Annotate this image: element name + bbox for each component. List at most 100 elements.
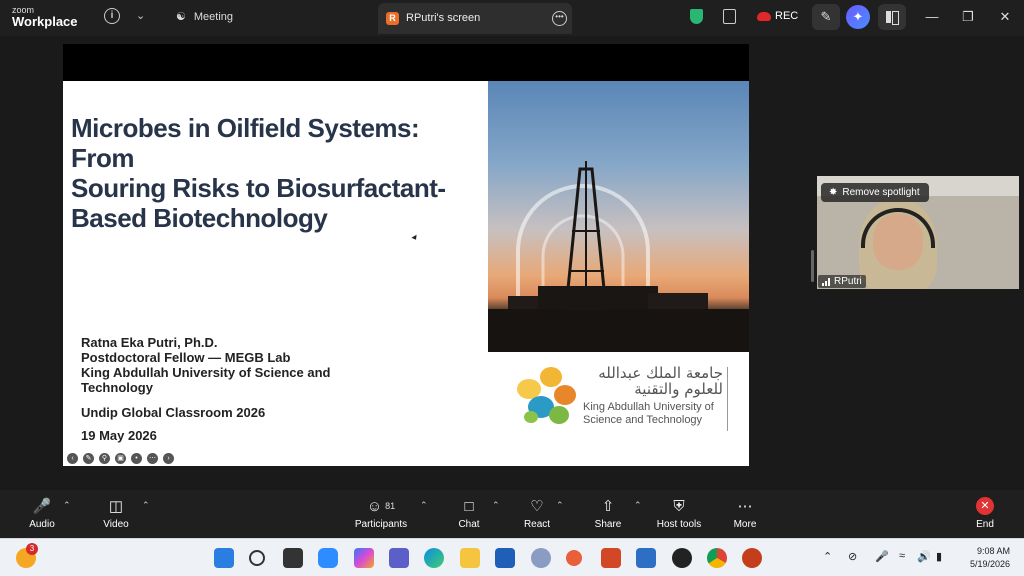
cloud-recording-indicator[interactable]: REC xyxy=(757,10,798,22)
search-icon[interactable] xyxy=(249,550,265,566)
participants-count: 81 xyxy=(385,501,396,511)
meeting-toolbar: 🎤 Audio ⌃ ◫ Video ⌃ ☺ 81 Participants ⌃ □… xyxy=(0,490,1024,538)
event-name: Undip Global Classroom 2026 xyxy=(81,405,266,420)
signal-bars-icon xyxy=(822,277,830,286)
tab-shared-screen[interactable]: R RPutri's screen ••• xyxy=(378,3,572,34)
windows-taskbar: 3 ⌃ ⊘ 🎤 ≈ 🔊 ▮ 9:08 AM 5/19/2026 xyxy=(0,538,1024,576)
end-label: End xyxy=(976,519,994,530)
laser-pointer-icon[interactable]: • xyxy=(131,453,142,464)
audio-label: Audio xyxy=(29,519,55,530)
store-icon[interactable] xyxy=(636,548,656,568)
more-options-icon[interactable]: ••• xyxy=(552,11,567,26)
slide-title-line: Microbes in Oilfield Systems: From xyxy=(71,113,420,173)
clock[interactable]: 9:08 AM 5/19/2026 xyxy=(962,545,1010,571)
tab-meeting-label: Meeting xyxy=(193,10,234,23)
end-button[interactable]: ✕ End xyxy=(974,496,996,530)
shield-icon: ⛨ xyxy=(673,497,685,515)
chat-label: Chat xyxy=(458,519,480,530)
share-options-chevron-icon[interactable]: ⌃ xyxy=(634,500,642,511)
show-hidden-icons-chevron-icon[interactable]: ⌃ xyxy=(823,550,832,563)
more-button[interactable]: ⋯ More xyxy=(731,496,759,530)
video-options-chevron-icon[interactable]: ⌃ xyxy=(142,500,150,511)
network-disabled-icon[interactable]: ⊘ xyxy=(848,550,857,563)
wifi-icon[interactable]: ≈ xyxy=(899,550,905,562)
author-block: Ratna Eka Putri, Ph.D. Postdoctoral Fell… xyxy=(81,335,330,395)
more-label: More xyxy=(733,519,757,530)
kaust-english-line: King Abdullah University of xyxy=(583,401,714,413)
panel-resize-handle[interactable] xyxy=(811,250,814,282)
chrome-icon[interactable] xyxy=(707,548,727,568)
mouse-cursor xyxy=(411,234,419,242)
subtitles-icon[interactable]: ▣ xyxy=(115,453,126,464)
battery-icon[interactable]: ▮ xyxy=(936,550,942,563)
ai-companion-icon[interactable]: ✦ xyxy=(846,5,870,29)
cloud-record-icon xyxy=(757,11,771,21)
close-icon[interactable]: ✕ xyxy=(995,9,1015,25)
zoom-icon[interactable]: ⚲ xyxy=(99,453,110,464)
microphone-tray-icon[interactable]: 🎤 xyxy=(875,550,889,563)
pen-app-icon[interactable] xyxy=(495,548,515,568)
react-button[interactable]: ♡ React xyxy=(522,496,552,530)
audio-button[interactable]: 🎤 Audio xyxy=(26,496,58,530)
snipping-tool-icon[interactable] xyxy=(566,550,582,566)
more-slide-options-icon[interactable]: ⋯ xyxy=(147,453,158,464)
powerpoint-icon[interactable] xyxy=(601,548,621,568)
host-tools-label: Host tools xyxy=(656,519,702,530)
audio-options-chevron-icon[interactable]: ⌃ xyxy=(63,500,71,511)
notification-badge: 3 xyxy=(26,543,38,555)
next-slide-icon[interactable]: › xyxy=(163,453,174,464)
file-explorer-icon[interactable] xyxy=(460,548,480,568)
r-app-icon[interactable] xyxy=(531,548,551,568)
remove-spotlight-label: Remove spotlight xyxy=(842,187,920,198)
share-label: Share xyxy=(594,519,622,530)
remove-spotlight-button[interactable]: ✸ Remove spotlight xyxy=(821,183,929,202)
react-options-chevron-icon[interactable]: ⌃ xyxy=(556,500,564,511)
security-shield-icon[interactable] xyxy=(690,9,703,24)
side-panel-icon[interactable] xyxy=(878,4,906,30)
meeting-info-icon[interactable]: i xyxy=(104,8,120,24)
participants-label: Participants xyxy=(354,519,408,530)
shared-screen: Microbes in Oilfield Systems: From Souri… xyxy=(63,44,749,466)
copilot-icon[interactable] xyxy=(354,548,374,568)
slide-title-line: Based Biotechnology xyxy=(71,203,328,233)
presentation-slide: Microbes in Oilfield Systems: From Souri… xyxy=(63,81,749,466)
slide-title-line: Souring Risks to Biosurfactant- xyxy=(71,173,446,203)
notes-icon[interactable] xyxy=(723,9,736,24)
logo-bottom: Workplace xyxy=(12,14,78,29)
kaust-english-line: Science and Technology xyxy=(583,414,703,426)
participants-options-chevron-icon[interactable]: ⌃ xyxy=(420,500,428,511)
participant-name: RPutri xyxy=(834,276,862,287)
chat-button[interactable]: □ Chat xyxy=(456,496,482,531)
task-view-icon[interactable] xyxy=(283,548,303,568)
start-windows-icon[interactable] xyxy=(214,548,234,568)
host-tools-button[interactable]: ⛨ Host tools xyxy=(654,496,704,531)
kaust-english-name: King Abdullah University of Science and … xyxy=(583,401,714,427)
pen-tool-icon[interactable]: ✎ xyxy=(83,453,94,464)
restore-icon[interactable]: ❐ xyxy=(958,9,978,25)
rec-label: REC xyxy=(775,10,799,22)
powerpoint-active-icon[interactable] xyxy=(742,548,762,568)
kaust-arabic-name: جامعة الملك عبدالله للعلوم والتقنية xyxy=(598,364,723,398)
volume-icon[interactable]: 🔊 xyxy=(917,550,931,563)
participant-name-tag: RPutri xyxy=(818,275,866,288)
minimize-icon[interactable]: — xyxy=(922,9,942,24)
previous-slide-icon[interactable]: ‹ xyxy=(67,453,78,464)
tab-shared-screen-label: RPutri's screen xyxy=(406,12,481,24)
pin-icon: ✸ xyxy=(829,187,838,198)
tab-meeting[interactable]: ☯ Meeting xyxy=(176,10,234,24)
author-line: Technology xyxy=(81,380,153,395)
muted-microphone-icon: 🎤 xyxy=(32,498,52,515)
annotate-pen-icon[interactable]: ✎ xyxy=(812,4,840,30)
record-app-icon[interactable] xyxy=(672,548,692,568)
teams-icon[interactable] xyxy=(389,548,409,568)
zoom-app-icon[interactable] xyxy=(318,548,338,568)
edge-browser-icon[interactable] xyxy=(424,548,444,568)
chat-options-chevron-icon[interactable]: ⌃ xyxy=(492,500,500,511)
participants-button[interactable]: ☺ 81 Participants xyxy=(352,496,410,531)
end-icon-wrap: ✕ xyxy=(974,496,996,516)
chat-bubble-icon: □ xyxy=(464,497,474,515)
chevron-down-icon[interactable]: ⌄ xyxy=(136,9,145,22)
video-camera-icon: ◫ xyxy=(108,498,124,515)
video-button[interactable]: ◫ Video xyxy=(101,496,131,530)
share-button[interactable]: ⇧ Share xyxy=(594,496,622,530)
